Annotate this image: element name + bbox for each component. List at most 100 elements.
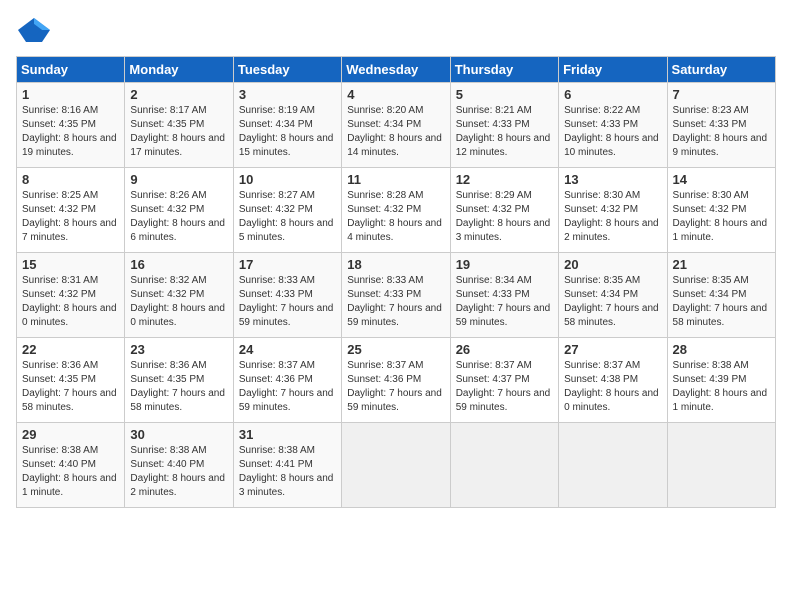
calendar-cell: 26 Sunrise: 8:37 AMSunset: 4:37 PMDayligh… xyxy=(450,338,558,423)
day-number: 14 xyxy=(673,172,770,187)
day-number: 3 xyxy=(239,87,336,102)
week-row-5: 29Sunrise: 8:38 AMSunset: 4:40 PMDayligh… xyxy=(17,423,776,508)
day-number: 15 xyxy=(22,257,119,272)
weekday-header-sunday: Sunday xyxy=(17,57,125,83)
cell-info: Sunrise: 8:34 AMSunset: 4:33 PMDaylight:… xyxy=(456,275,551,328)
cell-info: Sunrise: 8:20 AMSunset: 4:34 PMDaylight:… xyxy=(347,105,442,158)
weekday-header-tuesday: Tuesday xyxy=(233,57,341,83)
weekday-header-thursday: Thursday xyxy=(450,57,558,83)
calendar-cell: 27 Sunrise: 8:37 AMSunset: 4:38 PMDayligh… xyxy=(559,338,667,423)
calendar-cell: 18 Sunrise: 8:33 AMSunset: 4:33 PMDayligh… xyxy=(342,253,450,338)
day-number: 10 xyxy=(239,172,336,187)
header xyxy=(16,16,776,44)
cell-info: Sunrise: 8:35 AMSunset: 4:34 PMDaylight:… xyxy=(673,275,768,328)
day-number: 19 xyxy=(456,257,553,272)
day-number: 8 xyxy=(22,172,119,187)
calendar-cell xyxy=(450,423,558,508)
calendar-cell: 1 Sunrise: 8:16 AMSunset: 4:35 PMDaylight… xyxy=(17,83,125,168)
cell-info: Sunrise: 8:37 AMSunset: 4:38 PMDaylight:… xyxy=(564,360,659,413)
day-number: 18 xyxy=(347,257,444,272)
day-number: 7 xyxy=(673,87,770,102)
calendar-cell: 2 Sunrise: 8:17 AMSunset: 4:35 PMDaylight… xyxy=(125,83,233,168)
calendar-cell: 3Sunrise: 8:19 AMSunset: 4:34 PMDaylight… xyxy=(233,83,341,168)
calendar-cell: 25 Sunrise: 8:37 AMSunset: 4:36 PMDayligh… xyxy=(342,338,450,423)
day-number: 27 xyxy=(564,342,661,357)
calendar-cell: 13 Sunrise: 8:30 AMSunset: 4:32 PMDayligh… xyxy=(559,168,667,253)
day-number: 1 xyxy=(22,87,119,102)
calendar-cell: 20 Sunrise: 8:35 AMSunset: 4:34 PMDayligh… xyxy=(559,253,667,338)
calendar-cell: 5 Sunrise: 8:21 AMSunset: 4:33 PMDaylight… xyxy=(450,83,558,168)
calendar-cell: 24 Sunrise: 8:37 AMSunset: 4:36 PMDayligh… xyxy=(233,338,341,423)
weekday-header-saturday: Saturday xyxy=(667,57,775,83)
logo-icon xyxy=(16,16,52,44)
cell-info: Sunrise: 8:32 AMSunset: 4:32 PMDaylight:… xyxy=(130,275,225,328)
day-number: 26 xyxy=(456,342,553,357)
day-number: 6 xyxy=(564,87,661,102)
weekday-header-row: SundayMondayTuesdayWednesdayThursdayFrid… xyxy=(17,57,776,83)
day-number: 5 xyxy=(456,87,553,102)
day-number: 11 xyxy=(347,172,444,187)
cell-info: Sunrise: 8:38 AMSunset: 4:40 PMDaylight:… xyxy=(22,445,117,498)
day-number: 31 xyxy=(239,427,336,442)
cell-info: Sunrise: 8:21 AMSunset: 4:33 PMDaylight:… xyxy=(456,105,551,158)
calendar-cell: 10 Sunrise: 8:27 AMSunset: 4:32 PMDayligh… xyxy=(233,168,341,253)
week-row-1: 1 Sunrise: 8:16 AMSunset: 4:35 PMDaylight… xyxy=(17,83,776,168)
cell-info: Sunrise: 8:16 AMSunset: 4:35 PMDaylight:… xyxy=(22,105,117,158)
calendar-cell xyxy=(342,423,450,508)
calendar-cell: 19 Sunrise: 8:34 AMSunset: 4:33 PMDayligh… xyxy=(450,253,558,338)
cell-info: Sunrise: 8:36 AMSunset: 4:35 PMDaylight:… xyxy=(22,360,117,413)
day-number: 30 xyxy=(130,427,227,442)
cell-info: Sunrise: 8:37 AMSunset: 4:37 PMDaylight:… xyxy=(456,360,551,413)
cell-info: Sunrise: 8:25 AMSunset: 4:32 PMDaylight:… xyxy=(22,190,117,243)
weekday-header-wednesday: Wednesday xyxy=(342,57,450,83)
day-number: 25 xyxy=(347,342,444,357)
day-number: 13 xyxy=(564,172,661,187)
calendar-cell xyxy=(559,423,667,508)
cell-info: Sunrise: 8:33 AMSunset: 4:33 PMDaylight:… xyxy=(347,275,442,328)
cell-info: Sunrise: 8:36 AMSunset: 4:35 PMDaylight:… xyxy=(130,360,225,413)
day-number: 23 xyxy=(130,342,227,357)
cell-info: Sunrise: 8:29 AMSunset: 4:32 PMDaylight:… xyxy=(456,190,551,243)
cell-info: Sunrise: 8:26 AMSunset: 4:32 PMDaylight:… xyxy=(130,190,225,243)
calendar-cell: 15Sunrise: 8:31 AMSunset: 4:32 PMDayligh… xyxy=(17,253,125,338)
cell-info: Sunrise: 8:37 AMSunset: 4:36 PMDaylight:… xyxy=(347,360,442,413)
calendar-cell: 11 Sunrise: 8:28 AMSunset: 4:32 PMDayligh… xyxy=(342,168,450,253)
day-number: 28 xyxy=(673,342,770,357)
day-number: 21 xyxy=(673,257,770,272)
calendar-cell: 30 Sunrise: 8:38 AMSunset: 4:40 PMDayligh… xyxy=(125,423,233,508)
calendar-cell: 21 Sunrise: 8:35 AMSunset: 4:34 PMDayligh… xyxy=(667,253,775,338)
weekday-header-friday: Friday xyxy=(559,57,667,83)
calendar-cell: 31 Sunrise: 8:38 AMSunset: 4:41 PMDayligh… xyxy=(233,423,341,508)
day-number: 12 xyxy=(456,172,553,187)
calendar-cell: 22Sunrise: 8:36 AMSunset: 4:35 PMDayligh… xyxy=(17,338,125,423)
week-row-2: 8 Sunrise: 8:25 AMSunset: 4:32 PMDaylight… xyxy=(17,168,776,253)
day-number: 17 xyxy=(239,257,336,272)
cell-info: Sunrise: 8:35 AMSunset: 4:34 PMDaylight:… xyxy=(564,275,659,328)
calendar-cell: 8 Sunrise: 8:25 AMSunset: 4:32 PMDaylight… xyxy=(17,168,125,253)
weekday-header-monday: Monday xyxy=(125,57,233,83)
cell-info: Sunrise: 8:30 AMSunset: 4:32 PMDaylight:… xyxy=(564,190,659,243)
calendar-cell: 14 Sunrise: 8:30 AMSunset: 4:32 PMDayligh… xyxy=(667,168,775,253)
calendar-cell: 6Sunrise: 8:22 AMSunset: 4:33 PMDaylight… xyxy=(559,83,667,168)
cell-info: Sunrise: 8:38 AMSunset: 4:40 PMDaylight:… xyxy=(130,445,225,498)
cell-info: Sunrise: 8:27 AMSunset: 4:32 PMDaylight:… xyxy=(239,190,334,243)
day-number: 20 xyxy=(564,257,661,272)
week-row-3: 15Sunrise: 8:31 AMSunset: 4:32 PMDayligh… xyxy=(17,253,776,338)
calendar-cell: 7 Sunrise: 8:23 AMSunset: 4:33 PMDaylight… xyxy=(667,83,775,168)
cell-info: Sunrise: 8:33 AMSunset: 4:33 PMDaylight:… xyxy=(239,275,334,328)
cell-info: Sunrise: 8:38 AMSunset: 4:41 PMDaylight:… xyxy=(239,445,334,498)
cell-info: Sunrise: 8:37 AMSunset: 4:36 PMDaylight:… xyxy=(239,360,334,413)
calendar-cell: 12 Sunrise: 8:29 AMSunset: 4:32 PMDayligh… xyxy=(450,168,558,253)
cell-info: Sunrise: 8:23 AMSunset: 4:33 PMDaylight:… xyxy=(673,105,768,158)
day-number: 16 xyxy=(130,257,227,272)
calendar-table: SundayMondayTuesdayWednesdayThursdayFrid… xyxy=(16,56,776,508)
day-number: 24 xyxy=(239,342,336,357)
calendar-cell: 16 Sunrise: 8:32 AMSunset: 4:32 PMDayligh… xyxy=(125,253,233,338)
week-row-4: 22Sunrise: 8:36 AMSunset: 4:35 PMDayligh… xyxy=(17,338,776,423)
cell-info: Sunrise: 8:30 AMSunset: 4:32 PMDaylight:… xyxy=(673,190,768,243)
logo xyxy=(16,16,56,44)
cell-info: Sunrise: 8:17 AMSunset: 4:35 PMDaylight:… xyxy=(130,105,225,158)
day-number: 2 xyxy=(130,87,227,102)
calendar-cell: 17 Sunrise: 8:33 AMSunset: 4:33 PMDayligh… xyxy=(233,253,341,338)
cell-info: Sunrise: 8:28 AMSunset: 4:32 PMDaylight:… xyxy=(347,190,442,243)
